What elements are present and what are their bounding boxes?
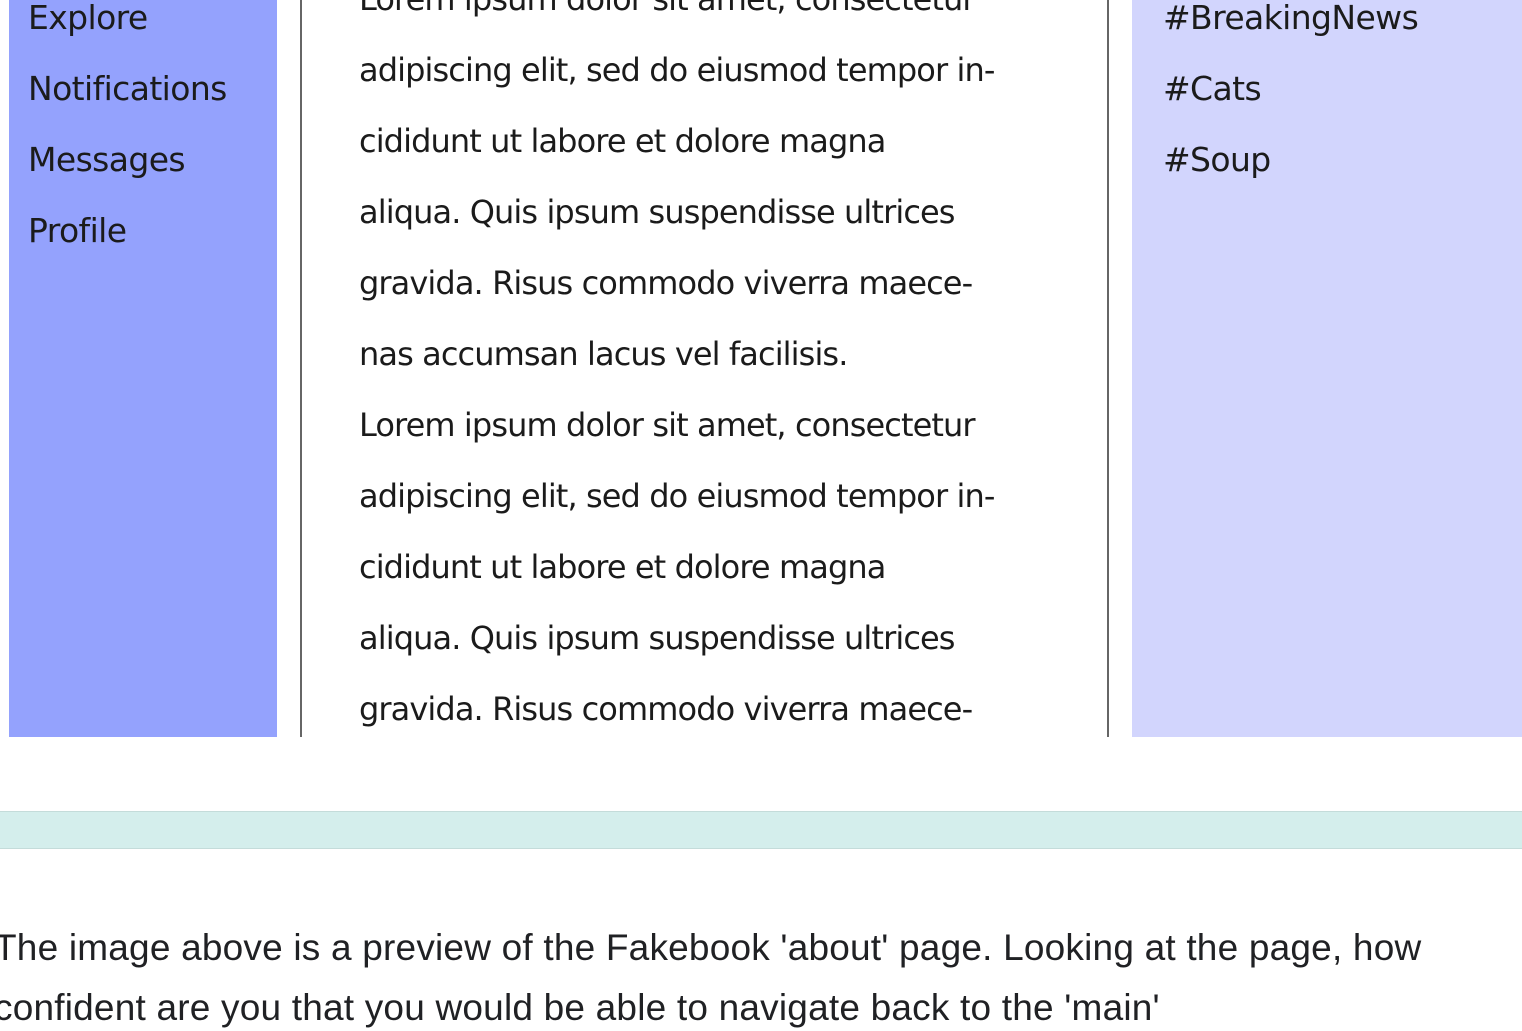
nav-item-profile: Profile [28,211,127,250]
feed-line: Lorem ipsum dolor sit amet, consectetur [359,0,1079,35]
trend-list: #BreakingNews #Cats #Soup [1163,0,1419,195]
trend-item-soup: #Soup [1163,140,1271,179]
trend-item-cats: #Cats [1163,69,1262,108]
section-divider-bar [0,811,1522,849]
page-preview-image: Explore Notifications Messages Profile L… [0,0,1522,737]
survey-page: Explore Notifications Messages Profile L… [0,0,1522,1031]
nav-item-messages: Messages [28,140,186,179]
feed-line: aliqua. Quis ipsum suspendisse ultrices [359,619,955,657]
feed-line: aliqua. Quis ipsum suspendisse ultrices [359,193,955,231]
feed-post-text: Lorem ipsum dolor sit amet, consectetur … [359,0,1079,737]
feed-line: adipiscing elit, sed do eiusmod tempor i… [359,477,995,515]
feed-line: gravida. Risus commodo viverra maece- [359,690,973,728]
main-feed: Lorem ipsum dolor sit amet, consectetur … [300,0,1109,737]
survey-question-text: The image above is a preview of the Fake… [0,927,1422,1028]
feed-line: adipiscing elit, sed do eiusmod tempor i… [359,51,995,89]
nav-item-explore: Explore [28,0,148,37]
nav-item-notifications: Notifications [28,69,227,108]
feed-line: cididunt ut labore et dolore magna [359,122,886,160]
feed-line: gravida. Risus commodo viverra maece- [359,264,973,302]
feed-line: cididunt ut labore et dolore magna [359,548,886,586]
trends-sidebar: #BreakingNews #Cats #Soup [1132,0,1522,737]
feed-line: nas accumsan lacus vel facilisis. [359,335,848,373]
feed-line: Lorem ipsum dolor sit amet, consectetur [359,406,976,444]
nav-list: Explore Notifications Messages Profile [28,0,227,266]
trend-item-breakingnews: #BreakingNews [1163,0,1419,37]
sidebar-nav: Explore Notifications Messages Profile [9,0,277,737]
